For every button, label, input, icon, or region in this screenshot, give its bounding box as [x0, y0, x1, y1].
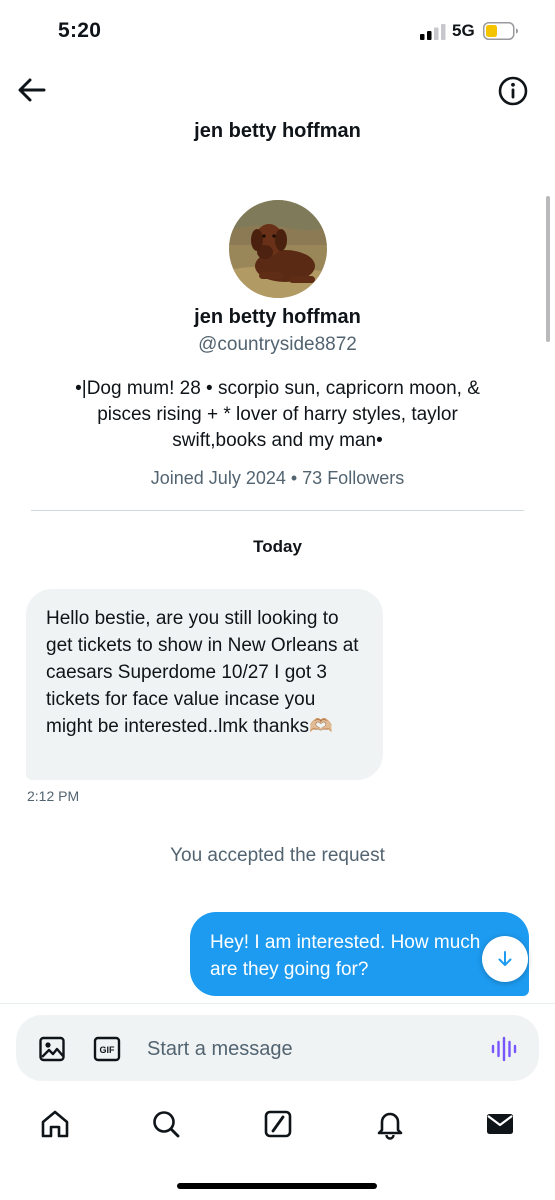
outgoing-message-line: are they going for?: [210, 959, 369, 980]
date-separator: Today: [253, 537, 302, 556]
message-composer: GIF: [16, 1015, 539, 1081]
mail-icon[interactable]: [484, 1108, 516, 1140]
gif-label: GIF: [100, 1045, 116, 1055]
message-input[interactable]: [147, 1035, 457, 1063]
outgoing-message-line: Hey! I am interested. How much: [210, 932, 481, 953]
conversation-title: jen betty hoffman: [194, 120, 361, 142]
conversation-header: jen betty hoffman: [0, 62, 555, 162]
grok-icon[interactable]: [262, 1108, 294, 1140]
search-icon[interactable]: [150, 1108, 182, 1140]
arrow-down-icon: [498, 951, 512, 966]
bell-icon[interactable]: [374, 1108, 406, 1140]
composer-divider: [0, 1003, 555, 1004]
profile-name: jen betty hoffman: [194, 306, 361, 328]
system-message: You accepted the request: [170, 845, 385, 866]
voice-waveform-icon[interactable]: [490, 1035, 518, 1063]
divider: [31, 510, 524, 511]
info-icon[interactable]: [496, 74, 530, 108]
network-label: 5G: [452, 21, 475, 40]
signal-bars-icon: [420, 24, 446, 40]
dog-avatar-icon: [229, 200, 327, 298]
gif-icon[interactable]: GIF: [93, 1036, 121, 1062]
incoming-message-bubble[interactable]: Hello bestie, are you still looking to g…: [26, 589, 383, 780]
home-indicator: [177, 1183, 377, 1189]
profile-handle: @countryside8872: [198, 334, 357, 355]
image-icon[interactable]: [38, 1035, 66, 1063]
avatar[interactable]: [229, 200, 327, 298]
home-icon[interactable]: [39, 1108, 71, 1140]
battery-icon: [483, 22, 518, 40]
scroll-to-bottom-button[interactable]: [482, 936, 528, 982]
status-time: 5:20: [58, 19, 102, 42]
status-bar: 5:20 5G: [0, 0, 555, 62]
profile-bio: •|Dog mum! 28 • scorpio sun, capricorn m…: [75, 378, 480, 451]
back-arrow-icon[interactable]: [14, 72, 50, 108]
bottom-tab-bar: [0, 1100, 555, 1160]
profile-meta: Joined July 2024 • 73 Followers: [150, 468, 405, 488]
message-timestamp: 2:12 PM: [27, 788, 80, 804]
outgoing-message-bubble[interactable]: Hey! I am interested. How much are they …: [190, 912, 529, 996]
